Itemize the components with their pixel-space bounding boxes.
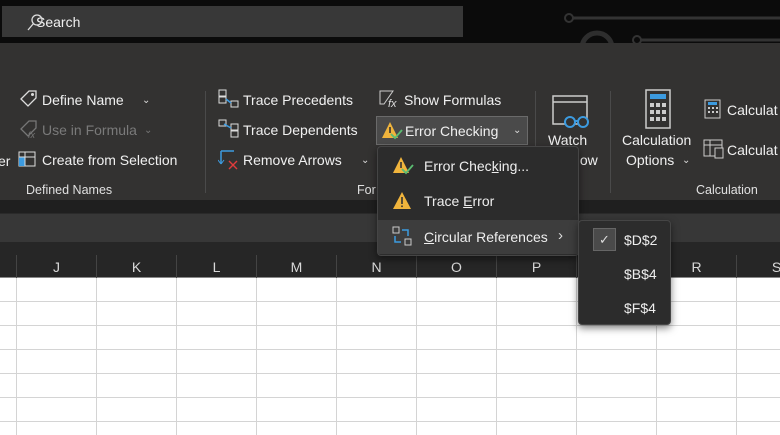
chevron-down-icon[interactable]: ⌄ — [682, 155, 690, 166]
tag-icon — [20, 90, 37, 107]
search-box[interactable]: Search — [2, 6, 463, 37]
menu-item-label: Error Checking... — [424, 158, 530, 174]
error-checking-icon — [393, 157, 414, 175]
circular-references-icon — [392, 226, 412, 246]
use-in-formula-button: Use in Formula — [42, 122, 137, 138]
column-header[interactable]: L — [176, 255, 256, 278]
title-bar: Search — [0, 0, 780, 43]
trace-precedents-icon — [218, 89, 239, 108]
error-checking-menu: Error Checking... Trace Error Circular R… — [377, 146, 579, 256]
submenu-item[interactable]: $B$4 — [579, 257, 670, 291]
group-label-defined-names: Defined Names — [26, 183, 113, 197]
show-formulas-button[interactable]: Show Formulas — [404, 92, 501, 108]
decorative-circuit-icon — [564, 13, 780, 43]
chevron-down-icon[interactable]: ⌄ — [513, 125, 521, 136]
error-checking-icon — [382, 122, 403, 140]
define-name-button[interactable]: Define Name — [42, 92, 124, 108]
submenu-item-label: $F$4 — [624, 300, 656, 316]
chevron-down-icon: ⌄ — [144, 125, 153, 136]
warning-icon — [393, 192, 411, 209]
calculation-options-label-2[interactable]: Options — [626, 152, 674, 168]
column-header[interactable]: K — [96, 255, 176, 278]
calculator-icon — [645, 89, 671, 129]
column-header[interactable]: P — [496, 255, 576, 278]
chevron-right-icon: › — [558, 227, 563, 244]
group-separator — [610, 91, 611, 193]
svg-text:fx: fx — [388, 98, 397, 109]
trace-dependents-icon — [218, 119, 239, 138]
trace-precedents-button[interactable]: Trace Precedents — [243, 92, 353, 108]
use-in-formula-icon: fx — [20, 120, 37, 139]
column-header[interactable]: N — [336, 255, 416, 278]
trace-dependents-button[interactable]: Trace Dependents — [243, 122, 358, 138]
error-checking-button[interactable]: Error Checking ⌄ — [376, 116, 528, 145]
submenu-item[interactable]: $F$4 — [579, 291, 670, 325]
calculate-sheet-icon — [703, 139, 724, 159]
calculation-options-label-1[interactable]: Calculation — [622, 132, 691, 148]
group-separator — [205, 91, 206, 193]
svg-text:fx: fx — [28, 130, 36, 139]
watch-window-icon — [552, 95, 589, 128]
name-manager-fragment[interactable]: er — [0, 153, 10, 169]
menu-item-label: Circular References — [424, 229, 548, 245]
column-header[interactable]: J — [16, 255, 96, 278]
submenu-item-label: $B$4 — [624, 266, 657, 282]
menu-item-trace-error[interactable]: Trace Error — [378, 184, 578, 218]
group-label-calculation: Calculation — [696, 183, 758, 197]
show-formulas-icon: fx — [379, 90, 397, 109]
calculate-sheet-button[interactable]: Calculat — [727, 142, 778, 158]
column-header[interactable]: O — [416, 255, 496, 278]
chevron-down-icon[interactable]: ⌄ — [142, 95, 150, 106]
chevron-down-icon[interactable]: ⌄ — [361, 155, 369, 166]
group-label-formula-auditing: For — [357, 183, 376, 197]
create-from-selection-icon — [18, 151, 36, 167]
menu-item-label: Trace Error — [424, 193, 495, 209]
checkmark-icon: ✓ — [593, 228, 616, 251]
search-icon — [27, 14, 43, 31]
create-from-selection-button[interactable]: Create from Selection — [42, 152, 177, 168]
menu-item-error-checking[interactable]: Error Checking... — [378, 149, 578, 183]
menu-item-circular-references[interactable]: Circular References › — [378, 220, 578, 254]
submenu-item[interactable]: ✓ $D$2 — [579, 223, 670, 257]
calculate-now-button[interactable]: Calculat — [727, 102, 778, 118]
remove-arrows-button[interactable]: Remove Arrows — [243, 152, 342, 168]
calculate-now-icon — [704, 99, 721, 119]
remove-arrows-icon — [218, 150, 238, 170]
column-header[interactable]: M — [256, 255, 336, 278]
circular-references-submenu: ✓ $D$2 $B$4 $F$4 — [578, 220, 671, 325]
error-checking-label: Error Checking — [405, 123, 499, 139]
column-header[interactable]: S — [736, 255, 780, 278]
submenu-item-label: $D$2 — [624, 232, 658, 248]
